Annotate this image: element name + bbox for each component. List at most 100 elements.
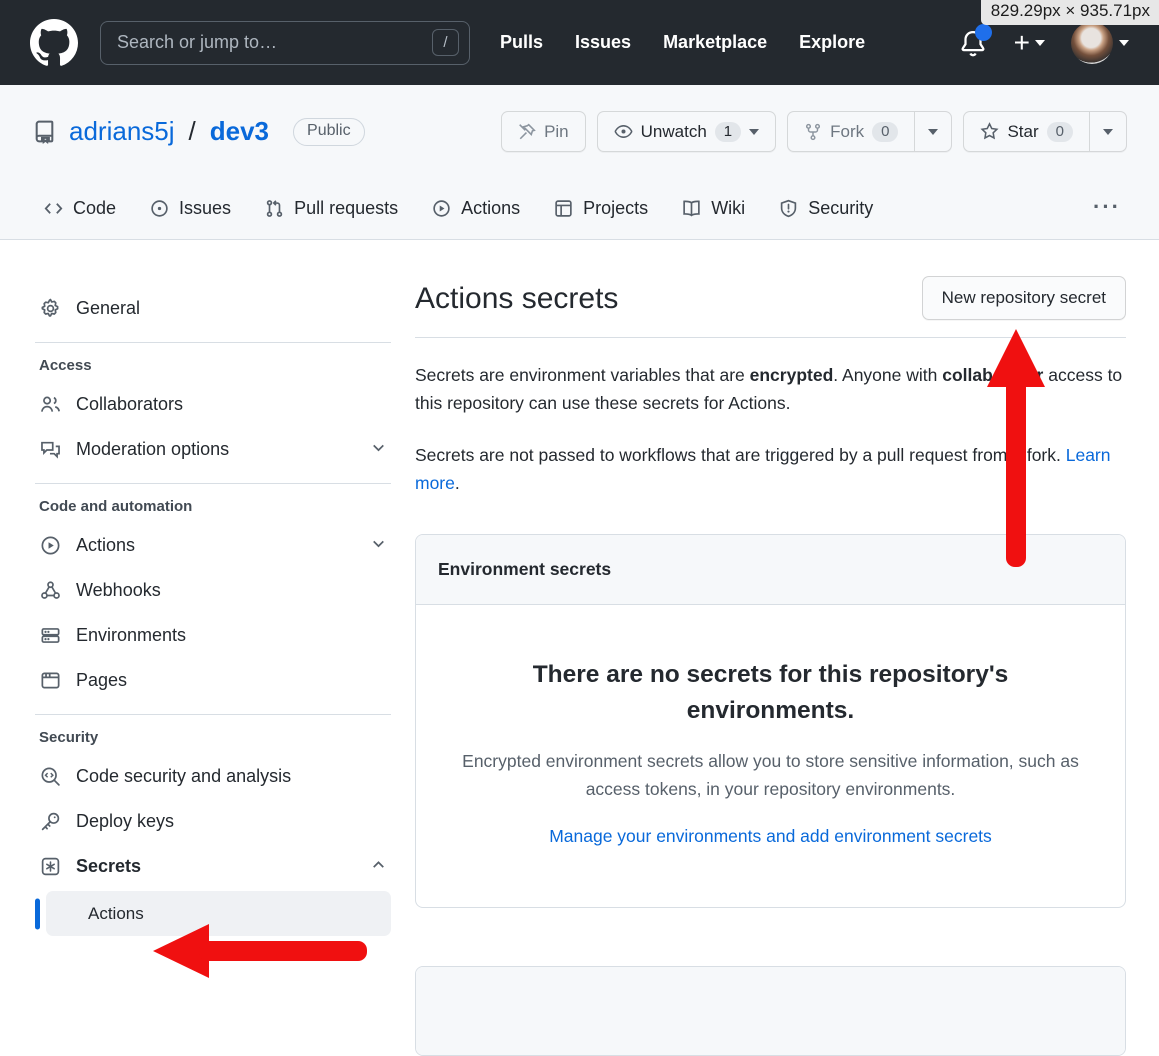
divider — [35, 483, 391, 484]
repo-separator: / — [189, 116, 196, 147]
sidebar-item-secrets[interactable]: Secrets — [35, 844, 391, 889]
star-icon — [980, 122, 999, 141]
header-actions: + — [958, 22, 1129, 64]
key-icon — [39, 811, 61, 832]
sidebar-subitem-secrets-actions[interactable]: Actions — [46, 891, 391, 936]
fork-note: Secrets are not passed to workflows that… — [415, 441, 1126, 498]
play-circle-icon — [432, 199, 451, 218]
sidebar-item-actions[interactable]: Actions — [35, 523, 391, 568]
nav-pulls[interactable]: Pulls — [500, 32, 543, 53]
repo-title: adrians5j / dev3 Public — [32, 116, 365, 147]
tab-security[interactable]: Security — [769, 188, 883, 239]
chevron-down-icon — [1103, 129, 1113, 135]
tab-projects[interactable]: Projects — [544, 188, 658, 239]
repository-secrets-header — [416, 967, 1125, 1055]
tab-actions[interactable]: Actions — [422, 188, 530, 239]
star-count: 0 — [1047, 122, 1073, 142]
fork-dropdown-button[interactable] — [915, 111, 952, 152]
active-nav-indicator — [35, 898, 40, 929]
chevron-up-icon — [370, 856, 387, 878]
tab-issues[interactable]: Issues — [140, 188, 241, 239]
shield-icon — [779, 199, 798, 218]
main-content: Actions secrets New repository secret Se… — [415, 276, 1126, 1056]
repo-action-buttons: Pin Unwatch 1 Fork 0 — [501, 111, 1127, 152]
browser-icon — [39, 670, 61, 691]
repo-icon — [32, 119, 57, 144]
pin-icon — [518, 123, 536, 141]
visibility-badge: Public — [293, 118, 365, 146]
repo-tabs: Code Issues Pull requests Actions Projec… — [34, 188, 1127, 239]
repository-secrets-panel-partial — [415, 966, 1126, 1056]
sidebar-item-deploy-keys[interactable]: Deploy keys — [35, 799, 391, 844]
tabs-overflow-button[interactable]: ··· — [1087, 194, 1127, 234]
manage-environments-link[interactable]: Manage your environments and add environ… — [549, 826, 992, 847]
sidebar-item-pages[interactable]: Pages — [35, 658, 391, 703]
chevron-down-icon — [370, 535, 387, 557]
gear-icon — [39, 298, 61, 319]
fork-split-button: Fork 0 — [787, 111, 952, 152]
sidebar-item-general[interactable]: General — [35, 286, 391, 331]
code-scan-icon — [39, 766, 61, 787]
settings-sidebar: General Access Collaborators Moderation … — [35, 286, 391, 936]
chevron-down-icon — [1035, 40, 1045, 46]
star-button[interactable]: Star 0 — [963, 111, 1090, 152]
book-icon — [682, 199, 701, 218]
repo-name-link[interactable]: dev3 — [210, 116, 269, 147]
tab-code[interactable]: Code — [34, 188, 126, 239]
eye-icon — [614, 122, 633, 141]
nav-explore[interactable]: Explore — [799, 32, 865, 53]
divider — [415, 337, 1126, 338]
notification-dot — [975, 24, 992, 41]
sidebar-item-webhooks[interactable]: Webhooks — [35, 568, 391, 613]
environment-secrets-empty-state: There are no secrets for this repository… — [416, 605, 1125, 907]
slash-key-hint: / — [432, 29, 459, 56]
star-dropdown-button[interactable] — [1090, 111, 1127, 152]
issue-icon — [150, 199, 169, 218]
section-header-code-and-automation: Code and automation — [35, 498, 391, 515]
secrets-description: Secrets are environment variables that a… — [415, 361, 1126, 418]
github-logo-icon[interactable] — [30, 19, 78, 67]
fork-count: 0 — [872, 122, 898, 142]
nav-issues[interactable]: Issues — [575, 32, 631, 53]
new-repository-secret-button[interactable]: New repository secret — [922, 276, 1126, 320]
sidebar-item-code-security[interactable]: Code security and analysis — [35, 754, 391, 799]
sidebar-item-collaborators[interactable]: Collaborators — [35, 382, 391, 427]
asterisk-box-icon — [39, 856, 61, 877]
code-icon — [44, 199, 63, 218]
repo-owner-link[interactable]: adrians5j — [69, 116, 175, 147]
chevron-down-icon — [749, 129, 759, 135]
comment-discussion-icon — [39, 439, 61, 460]
fork-button[interactable]: Fork 0 — [787, 111, 915, 152]
section-header-security: Security — [35, 729, 391, 746]
unwatch-button[interactable]: Unwatch 1 — [597, 111, 776, 152]
fork-icon — [804, 123, 822, 141]
divider — [35, 342, 391, 343]
empty-state-description: Encrypted environment secrets allow you … — [456, 747, 1085, 803]
pin-button[interactable]: Pin — [501, 111, 586, 152]
section-header-access: Access — [35, 357, 391, 374]
create-new-menu[interactable]: + — [1014, 29, 1045, 57]
global-search[interactable]: / — [100, 21, 470, 65]
people-icon — [39, 394, 61, 415]
sidebar-item-environments[interactable]: Environments — [35, 613, 391, 658]
chevron-down-icon — [928, 129, 938, 135]
sidebar-item-moderation-options[interactable]: Moderation options — [35, 427, 391, 472]
watch-count: 1 — [715, 122, 741, 142]
user-menu[interactable] — [1071, 22, 1129, 64]
empty-state-title: There are no secrets for this repository… — [456, 657, 1085, 728]
tab-pull-requests[interactable]: Pull requests — [255, 188, 408, 239]
repo-header: adrians5j / dev3 Public Pin Unwatch 1 Fo… — [0, 85, 1159, 240]
search-input[interactable] — [117, 32, 432, 53]
dimension-tooltip: 829.29px × 935.71px — [981, 0, 1159, 25]
plus-icon: + — [1014, 29, 1030, 57]
avatar — [1071, 22, 1113, 64]
notifications-button[interactable] — [958, 28, 988, 58]
pull-request-icon — [265, 199, 284, 218]
environment-secrets-panel: Environment secrets There are no secrets… — [415, 534, 1126, 908]
chevron-down-icon — [1119, 40, 1129, 46]
project-icon — [554, 199, 573, 218]
nav-marketplace[interactable]: Marketplace — [663, 32, 767, 53]
tab-wiki[interactable]: Wiki — [672, 188, 755, 239]
environment-secrets-header: Environment secrets — [416, 535, 1125, 605]
play-circle-icon — [39, 535, 61, 556]
